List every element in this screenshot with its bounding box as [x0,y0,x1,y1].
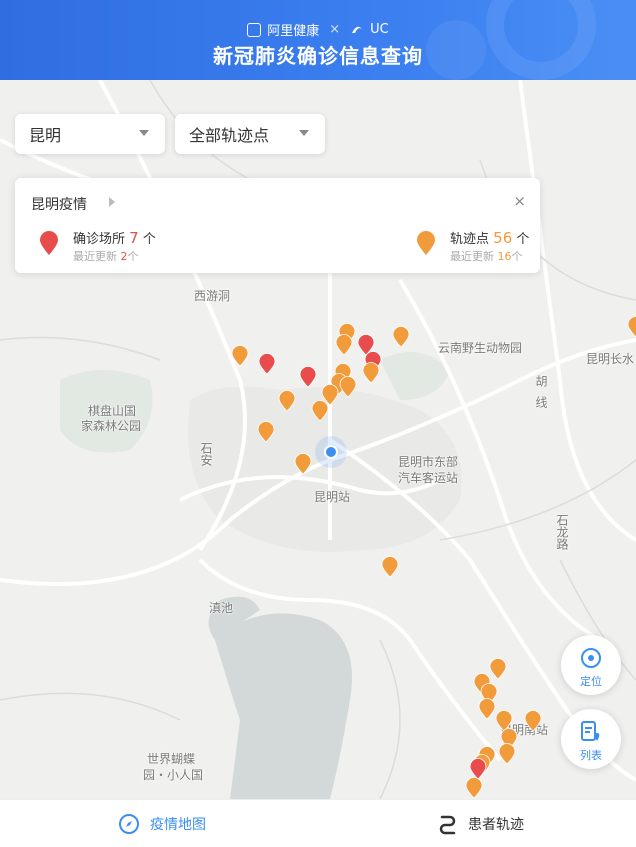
locate-icon [581,648,601,668]
map-label: 胡 [534,375,548,387]
confirmed-count: 7 [129,229,139,247]
map-label: 西游洞 [194,289,231,303]
track-point-pin[interactable] [498,743,516,765]
track-point-pin[interactable] [231,345,249,367]
map-label: 线 [534,396,548,408]
map-label: 石龙路 [555,514,569,550]
track-label: 轨迹点 56 个 [450,228,529,247]
map-label: 家森林公园 [81,419,142,433]
map-label: 滇池 [209,601,234,615]
map-label: 昆明市东部 [398,455,459,469]
locate-label: 定位 [580,675,602,688]
tab-epidemic-map-label: 疫情地图 [150,817,206,833]
track-pin-icon [417,231,435,255]
track-label-text: 轨迹点 [450,232,490,247]
track-point-pin[interactable] [381,556,399,578]
track-point-pin[interactable] [392,326,410,348]
track-point-pin[interactable] [627,316,636,338]
brand-uc: UC [370,22,389,37]
brand-alihealth: 阿里健康 [267,24,320,39]
chevron-down-icon [299,130,309,136]
track-type-select-value: 全部轨迹点 [189,126,270,145]
map-label: 棋盘山国 [88,404,137,418]
track-point-pin[interactable] [524,710,542,732]
track-point-pin[interactable] [489,658,507,680]
info-card-title[interactable]: 昆明疫情 [31,194,87,214]
track-recent-unit: 个 [511,250,523,263]
track-count: 56 [493,229,513,247]
page-title: 新冠肺炎确诊信息查询 [213,44,423,68]
confirmed-recent-label: 最近更新 [73,250,117,263]
confirmed-label: 确诊场所 7 个 [73,228,156,247]
track-point-pin[interactable] [339,376,357,398]
city-select-value: 昆明 [29,126,62,145]
chevron-down-icon [139,130,149,136]
confirmed-unit: 个 [142,232,156,247]
track-point-pin[interactable] [257,421,275,443]
confirmed-recent-unit: 个 [127,250,139,263]
epidemic-info-card: 昆明疫情 × 确诊场所 7 个 最近更新 2个 轨迹点 56 个 最近更新 16… [15,178,540,273]
list-button[interactable]: 列表 [561,709,621,769]
map-label: 汽车客运站 [398,471,459,485]
brand-separator: × [329,22,341,37]
track-type-select[interactable]: 全部轨迹点 [175,114,325,154]
chevron-right-icon[interactable] [109,197,115,207]
uc-logo-icon [352,26,363,33]
close-icon[interactable]: × [513,192,526,210]
map-label: 世界蝴蝶 [147,752,196,766]
map-label: 云南野生动物园 [438,341,523,355]
track-point-pin[interactable] [311,400,329,422]
city-select[interactable]: 昆明 [15,114,165,154]
map-label: 园・小人国 [143,768,204,782]
list-label: 列表 [580,749,602,762]
track-point-pin[interactable] [278,390,296,412]
bottom-nav: 疫情地图 患者轨迹 [0,799,636,847]
tab-epidemic-map[interactable]: 疫情地图 [118,800,206,847]
tab-patient-track[interactable]: 患者轨迹 [438,800,524,847]
track-point-pin[interactable] [478,698,496,720]
alihealth-logo-icon [247,22,262,37]
track-point-pin[interactable] [362,362,380,384]
track-recent-label: 最近更新 [450,250,494,263]
app-header: 阿里健康 × UC 新冠肺炎确诊信息查询 [0,0,636,80]
map-label: 昆明站 [314,490,351,504]
confirmed-label-text: 确诊场所 [73,232,126,247]
map-label: 昆明长水 [586,352,635,366]
track-point-pin[interactable] [294,453,312,475]
list-icon [581,721,600,741]
track-point-pin[interactable] [465,777,483,799]
tab-patient-track-label: 患者轨迹 [468,817,524,833]
confirmed-location-pin[interactable] [299,366,317,388]
confirmed-recent: 最近更新 2个 [73,248,139,264]
compass-icon [119,814,139,834]
locate-button[interactable]: 定位 [561,635,621,695]
confirmed-location-pin[interactable] [258,353,276,375]
confirmed-location-pin[interactable] [469,758,487,780]
track-recent: 最近更新 16个 [450,248,523,264]
track-recent-count: 16 [497,250,512,263]
brand-row: 阿里健康 × UC [0,20,636,39]
route-icon [439,815,456,835]
map-label: 石安 [199,442,213,466]
confirmed-pin-icon [40,231,58,255]
track-unit: 个 [516,232,530,247]
track-point-pin[interactable] [335,334,353,356]
confirmed-recent-count: 2 [120,250,128,263]
